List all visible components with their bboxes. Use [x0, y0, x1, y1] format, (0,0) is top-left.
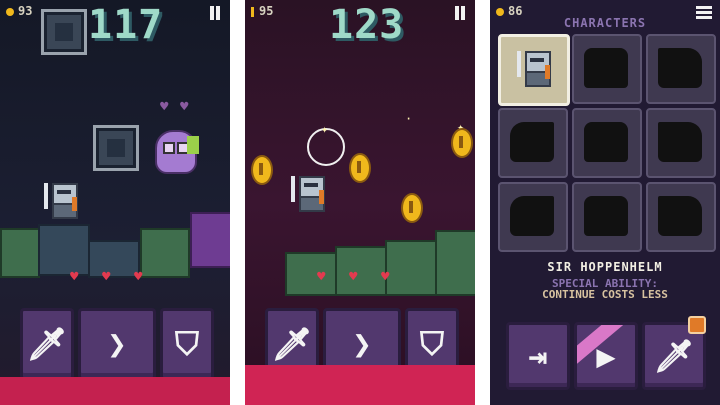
- character-slot-locked[interactable]: [646, 182, 716, 252]
- coin-pickup: [349, 153, 371, 183]
- notification-badge: [688, 316, 706, 334]
- character-slot-locked[interactable]: [646, 34, 716, 104]
- coin-icon: [496, 7, 504, 16]
- score: 117: [88, 2, 164, 48]
- coin-counter: 95: [251, 4, 273, 18]
- character-slot-locked[interactable]: [646, 108, 716, 178]
- character-slot-locked[interactable]: [498, 182, 568, 252]
- shield-icon: ⛉: [174, 324, 199, 363]
- character-select-screen: 86 CHARACTERS SIR HOPPENHELM SPECIAL ABI…: [490, 0, 720, 405]
- knight-player: [42, 183, 78, 219]
- zombie-head-enemy: [155, 130, 199, 174]
- jump-button[interactable]: ❯: [78, 308, 156, 380]
- lava-floor: [245, 365, 475, 405]
- play-icon: ▶: [596, 337, 616, 375]
- mossy-block: [385, 240, 437, 296]
- mossy-block: [335, 246, 387, 296]
- mossy-block: [435, 230, 475, 296]
- coin-counter: 93: [6, 4, 32, 18]
- pause-button[interactable]: [453, 6, 467, 20]
- locked-character-silhouette: [584, 196, 628, 236]
- heart-icon: ♥: [70, 269, 79, 285]
- special-ability-text: CONTINUE COSTS LESS: [542, 288, 668, 301]
- spike-block: [96, 128, 136, 168]
- play-button[interactable]: ▶: [574, 322, 638, 390]
- character-slot-locked[interactable]: [498, 108, 568, 178]
- sparkle-icon: ✦: [321, 122, 329, 136]
- spike-block: [44, 12, 84, 52]
- mossy-block: [285, 252, 337, 296]
- stone-block: [88, 240, 140, 278]
- locked-character-silhouette: [584, 122, 628, 162]
- pause-button[interactable]: [208, 6, 222, 20]
- character-slot-locked[interactable]: [572, 34, 642, 104]
- coin-icon: [251, 6, 254, 17]
- characters-title: CHARACTERS: [563, 16, 647, 30]
- heart-icon: ♥: [102, 269, 111, 285]
- character-slot-locked[interactable]: [572, 108, 642, 178]
- character-name: SIR HOPPENHELM: [547, 260, 663, 274]
- locked-character-silhouette: [658, 48, 702, 88]
- exit-button[interactable]: ⇥: [506, 322, 570, 390]
- purple-block: [190, 212, 230, 268]
- gameplay-screen-2: 95 123 ✦ · ✦ ♥ ♥ ♥ 🗡 ❯ ⛉: [245, 0, 475, 405]
- character-slot-locked[interactable]: [572, 182, 642, 252]
- grass-block: [140, 228, 190, 278]
- character-slot-sir-hoppenhelm[interactable]: [498, 34, 570, 106]
- locked-character-silhouette: [584, 48, 628, 88]
- shield-button[interactable]: ⛉: [160, 308, 214, 380]
- gameplay-screen-1: 93 117 ♥ ♥ ♥ ♥ ♥ 🗡 ❯ ⛉: [0, 0, 230, 405]
- sword-icon: 🗡: [26, 325, 68, 363]
- locked-character-silhouette: [510, 196, 554, 236]
- locked-character-silhouette: [510, 122, 554, 162]
- heart-icon: ♥: [180, 99, 189, 115]
- equipment-icon: 🗡: [653, 337, 695, 375]
- coin-pickup: [451, 128, 473, 158]
- chevron-right-icon: ❯: [352, 325, 372, 363]
- heart-icon: ♥: [381, 269, 390, 285]
- heart-icon: ♥: [317, 269, 326, 285]
- lava-floor: [0, 377, 230, 405]
- score: 123: [329, 2, 405, 48]
- stone-block: [38, 224, 90, 276]
- chevron-right-icon: ❯: [107, 325, 127, 363]
- knight-portrait: [515, 51, 551, 87]
- heart-icon: ♥: [160, 99, 169, 115]
- locked-character-silhouette: [658, 122, 702, 162]
- shield-icon: ⛉: [419, 324, 444, 363]
- coin-pickup: [251, 155, 273, 185]
- locked-character-silhouette: [658, 196, 702, 236]
- heart-icon: ♥: [349, 269, 358, 285]
- sparkle-icon: ·: [405, 112, 413, 126]
- sword-button[interactable]: 🗡: [20, 308, 74, 380]
- coin-pickup: [401, 193, 423, 223]
- coin-icon: [6, 7, 14, 16]
- grass-block: [0, 228, 40, 278]
- heart-icon: ♥: [134, 269, 143, 285]
- knight-player: [289, 176, 325, 212]
- exit-icon: ⇥: [528, 337, 548, 375]
- sword-icon: 🗡: [271, 325, 313, 363]
